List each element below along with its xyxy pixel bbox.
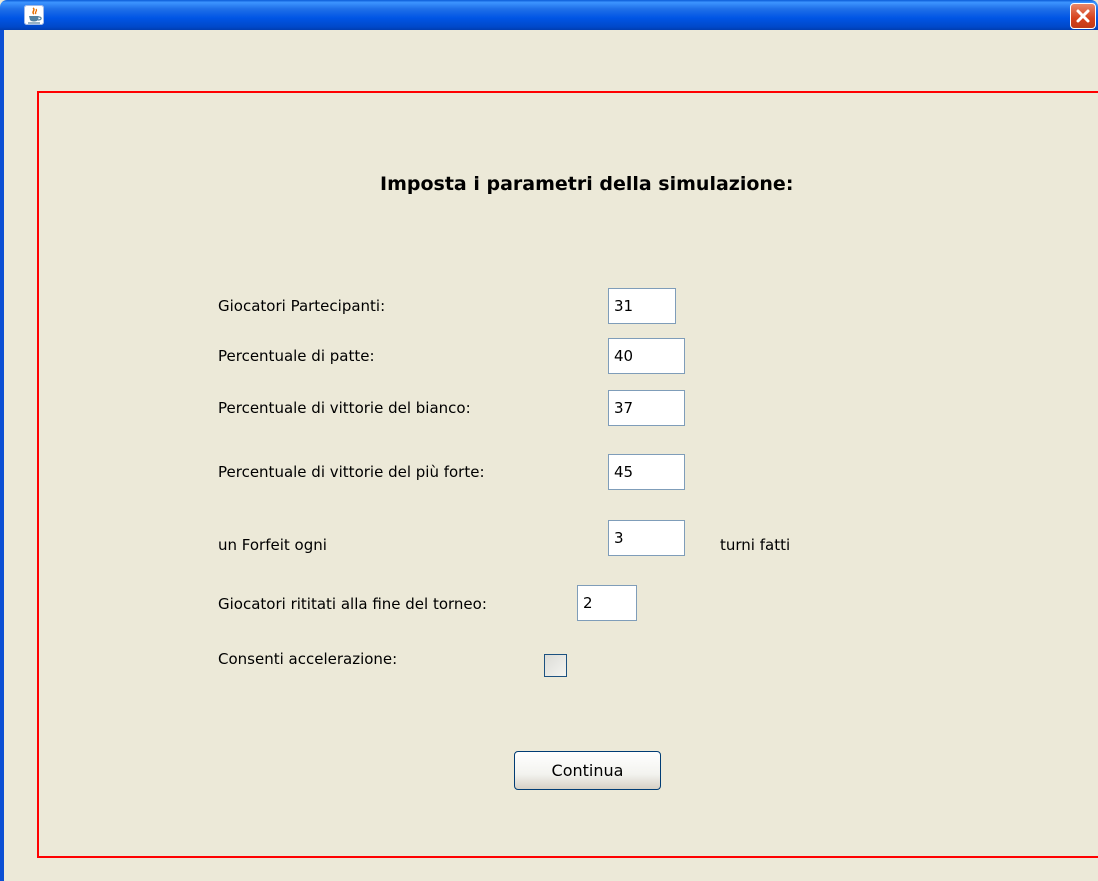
- draws-percentage-input[interactable]: [608, 338, 685, 374]
- close-icon: [1076, 9, 1090, 23]
- java-icon[interactable]: [24, 5, 44, 25]
- continue-button[interactable]: Continua: [514, 751, 661, 790]
- stronger-wins-label: Percentuale di vittorie del più forte:: [218, 463, 485, 481]
- forfeit-suffix-label: turni fatti: [720, 536, 791, 554]
- forfeit-input[interactable]: [608, 520, 685, 556]
- white-wins-input[interactable]: [608, 390, 685, 426]
- close-button[interactable]: [1070, 3, 1096, 29]
- retired-players-label: Giocatori rititati alla fine del torneo:: [218, 595, 487, 613]
- stronger-wins-input[interactable]: [608, 454, 685, 490]
- acceleration-label: Consenti accelerazione:: [218, 650, 398, 668]
- forfeit-label: un Forfeit ogni: [218, 536, 327, 554]
- retired-players-input[interactable]: [577, 585, 637, 621]
- parameters-panel: [37, 91, 1098, 858]
- players-label: Giocatori Partecipanti:: [218, 297, 386, 315]
- acceleration-checkbox[interactable]: [544, 654, 567, 677]
- page-title: Imposta i parametri della simulazione:: [380, 173, 794, 195]
- players-input[interactable]: [608, 288, 676, 324]
- white-wins-label: Percentuale di vittorie del bianco:: [218, 399, 471, 417]
- title-bar[interactable]: [0, 0, 1098, 30]
- draws-percentage-label: Percentuale di patte:: [218, 347, 375, 365]
